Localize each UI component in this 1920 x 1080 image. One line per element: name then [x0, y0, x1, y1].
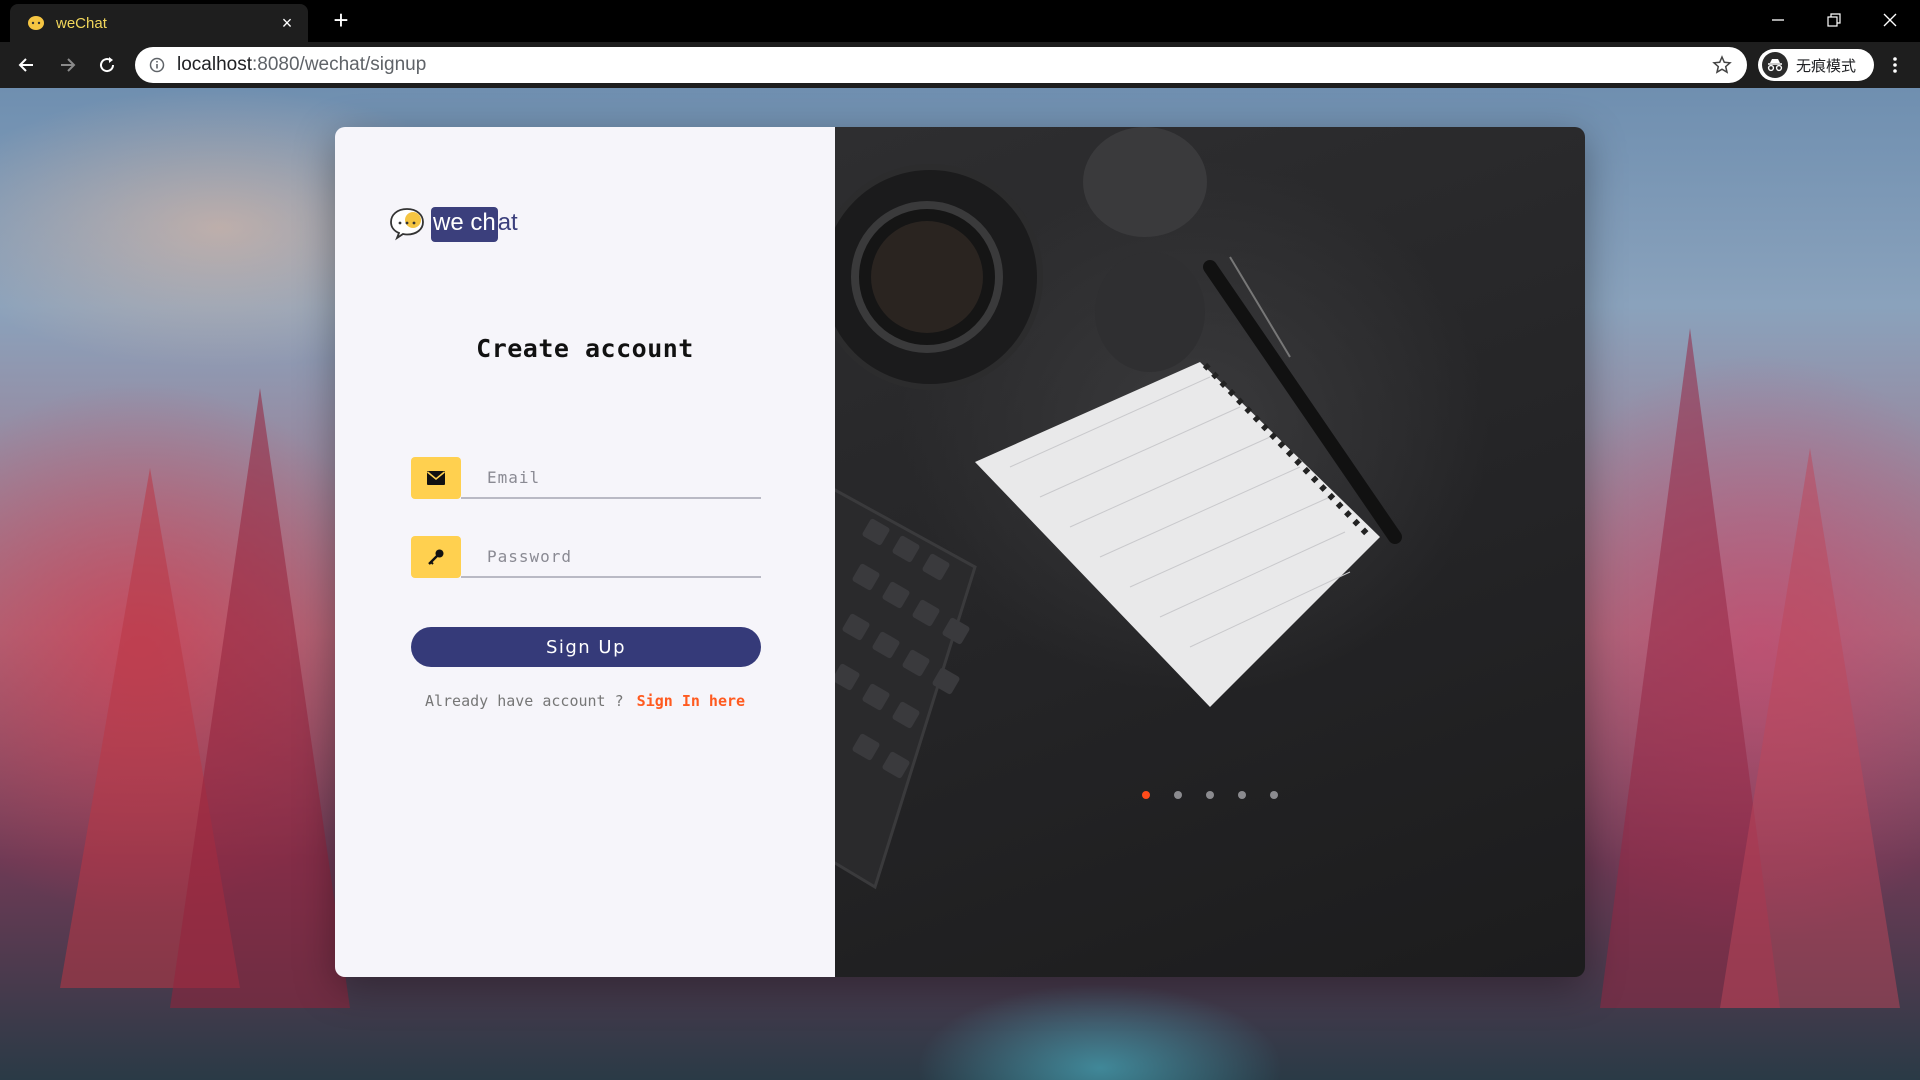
page-title: Create account — [476, 334, 694, 363]
logo: we chat — [388, 205, 518, 242]
incognito-icon — [1762, 52, 1788, 78]
stone — [1083, 127, 1207, 237]
new-tab-button[interactable]: + — [326, 6, 356, 36]
carousel-indicators — [835, 791, 1585, 799]
background-tree — [1720, 448, 1900, 1008]
wechat-logo-icon — [390, 208, 424, 241]
sign-in-prompt: Already have account ? Sign In here — [335, 692, 835, 710]
signup-form-panel: we chat Create account Sign Up Already h… — [335, 127, 835, 977]
page-background: we chat Create account Sign Up Already h… — [0, 88, 1920, 1080]
password-input[interactable] — [461, 536, 761, 578]
browser-tab[interactable]: weChat × — [10, 4, 308, 42]
carousel-dot[interactable] — [1270, 791, 1278, 799]
info-icon[interactable] — [149, 57, 165, 73]
email-input[interactable] — [461, 457, 761, 499]
logo-text-highlight: we ch — [431, 207, 498, 242]
sign-in-link[interactable]: Sign In here — [637, 692, 745, 710]
sign-up-button[interactable]: Sign Up — [411, 627, 761, 667]
carousel-dot[interactable] — [1238, 791, 1246, 799]
minimize-icon[interactable] — [1750, 0, 1806, 40]
mail-icon — [411, 457, 461, 499]
tab-title: weChat — [56, 14, 107, 32]
url-host: localhost — [177, 54, 252, 75]
carousel-dot[interactable] — [1206, 791, 1214, 799]
menu-icon[interactable] — [1880, 50, 1910, 80]
logo-text: we chat — [431, 207, 518, 242]
tab-close-icon[interactable]: × — [276, 13, 298, 34]
incognito-label: 无痕模式 — [1796, 57, 1857, 75]
background-tree — [170, 388, 350, 1008]
url-path: :8080/wechat/signup — [252, 54, 427, 75]
coffee — [871, 221, 983, 333]
incognito-badge[interactable]: 无痕模式 — [1758, 49, 1874, 81]
url-text: localhost:8080/wechat/signup — [177, 54, 1711, 76]
carousel-panel — [835, 127, 1585, 977]
logo-text-rest: at — [497, 209, 518, 236]
browser-tab-bar: weChat × + — [0, 0, 1920, 42]
carousel-dot[interactable] — [1174, 791, 1182, 799]
password-field-group — [411, 536, 761, 578]
star-icon[interactable] — [1711, 54, 1733, 76]
forward-arrow-icon[interactable] — [52, 50, 82, 80]
address-bar[interactable]: localhost:8080/wechat/signup — [135, 47, 1747, 83]
key-icon — [411, 536, 461, 578]
browser-toolbar: localhost:8080/wechat/signup 无痕模式 — [0, 42, 1920, 88]
notepad — [975, 362, 1380, 707]
wechat-favicon-icon — [26, 13, 46, 33]
signup-card: we chat Create account Sign Up Already h… — [335, 127, 1585, 977]
restore-icon[interactable] — [1806, 0, 1862, 40]
back-arrow-icon[interactable] — [12, 50, 42, 80]
email-field-group — [411, 457, 761, 499]
close-window-icon[interactable] — [1862, 0, 1918, 40]
stone — [1095, 252, 1205, 372]
sign-in-prompt-text: Already have account ? — [424, 692, 624, 710]
reload-icon[interactable] — [92, 50, 122, 80]
carousel-dot[interactable] — [1142, 791, 1150, 799]
desk-photo — [835, 127, 1402, 890]
